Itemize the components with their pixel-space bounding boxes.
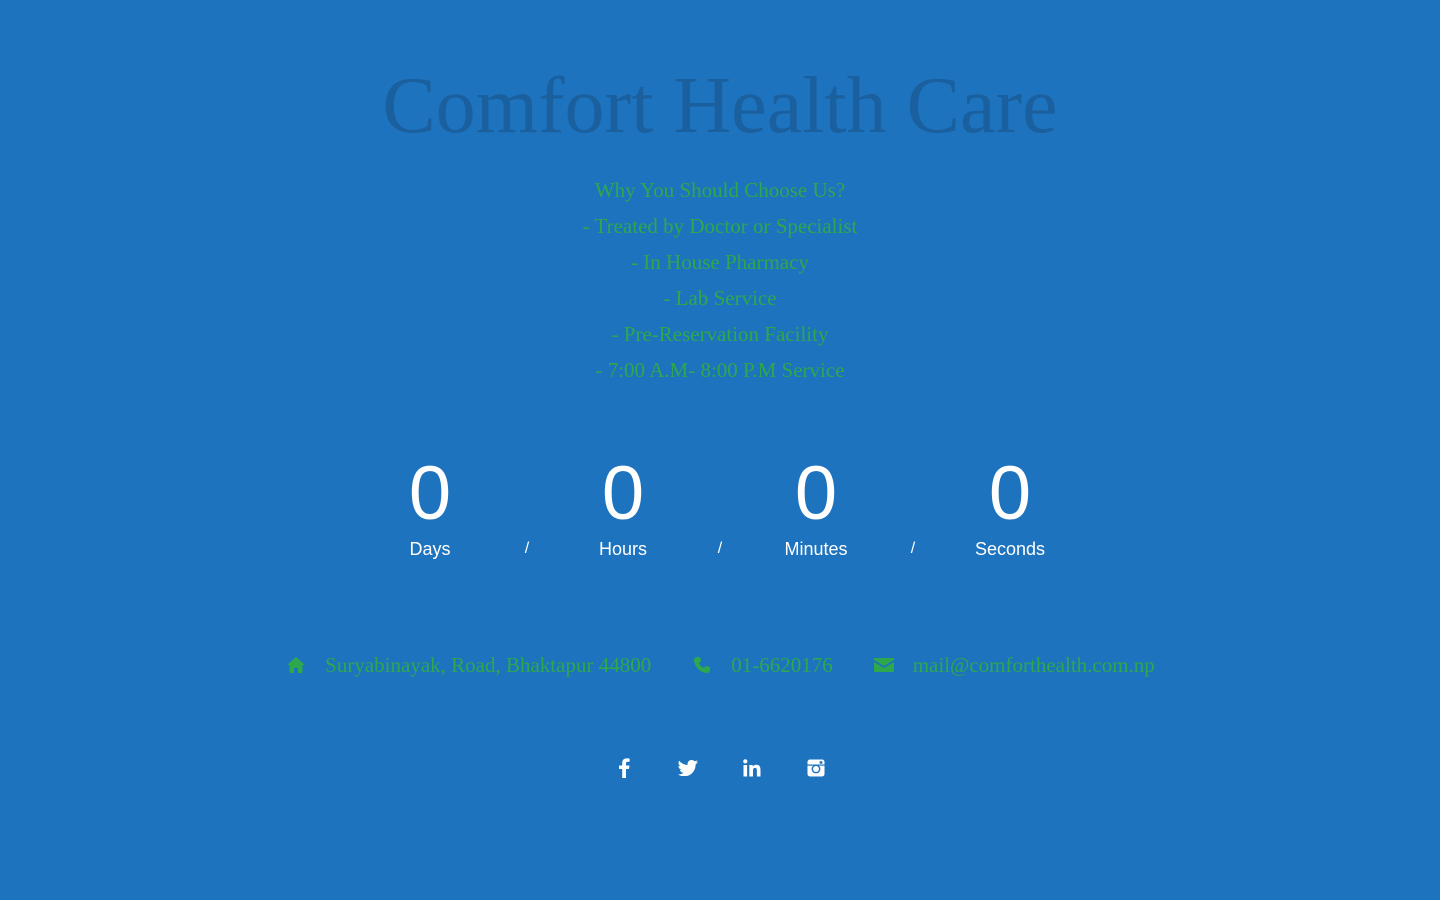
feature-item: - In House Pharmacy (631, 250, 809, 274)
countdown-separator: / (524, 540, 530, 557)
feature-item: - Lab Service (663, 286, 777, 310)
countdown-minutes: 0 Minutes (746, 452, 886, 560)
contact-email[interactable]: mail@comforthealth.com.np (873, 653, 1155, 678)
contact-phone: 01-6620176 (691, 653, 833, 678)
countdown-timer: 0 Days / 0 Hours / 0 Minutes / 0 Seconds (0, 452, 1440, 572)
countdown-seconds-value: 0 (988, 451, 1032, 536)
instagram-icon[interactable] (802, 754, 830, 782)
features-heading: Why You Should Choose Us? (594, 178, 846, 202)
countdown-days-label: Days (409, 539, 451, 559)
countdown-minutes-value: 0 (794, 451, 838, 536)
page-title: Comfort Health Care (382, 62, 1058, 150)
contact-address: Suryabinayak, Road, Bhaktapur 44800 (285, 653, 651, 678)
contact-email-text[interactable]: mail@comforthealth.com.np (913, 653, 1155, 678)
countdown-hours-label: Hours (598, 539, 647, 559)
countdown-seconds: 0 Seconds (940, 452, 1080, 560)
home-icon (285, 654, 307, 676)
countdown-seconds-label: Seconds (974, 539, 1046, 559)
feature-item: - Pre-Reservation Facility (611, 322, 829, 346)
linkedin-icon[interactable] (738, 754, 766, 782)
envelope-icon (873, 654, 895, 676)
social-links (0, 754, 1440, 782)
phone-icon (691, 654, 713, 676)
features-list: Why You Should Choose Us? - Treated by D… (0, 172, 1440, 388)
countdown-days-value: 0 (408, 451, 452, 536)
countdown-days: 0 Days (360, 452, 500, 560)
feature-item: - Treated by Doctor or Specialist (582, 214, 858, 238)
countdown-hours: 0 Hours (553, 452, 693, 560)
countdown-minutes-label: Minutes (784, 539, 848, 559)
contact-address-text: Suryabinayak, Road, Bhaktapur 44800 (325, 652, 652, 677)
twitter-icon[interactable] (674, 754, 702, 782)
countdown-separator: / (717, 540, 723, 557)
contact-info: Suryabinayak, Road, Bhaktapur 44800 01-6… (0, 648, 1440, 682)
facebook-icon[interactable] (610, 754, 638, 782)
contact-phone-text: 01-6620176 (731, 652, 833, 677)
countdown-hours-value: 0 (601, 451, 645, 536)
countdown-separator: / (910, 540, 916, 557)
feature-item: - 7:00 A.M- 8:00 P.M Service (595, 358, 845, 382)
